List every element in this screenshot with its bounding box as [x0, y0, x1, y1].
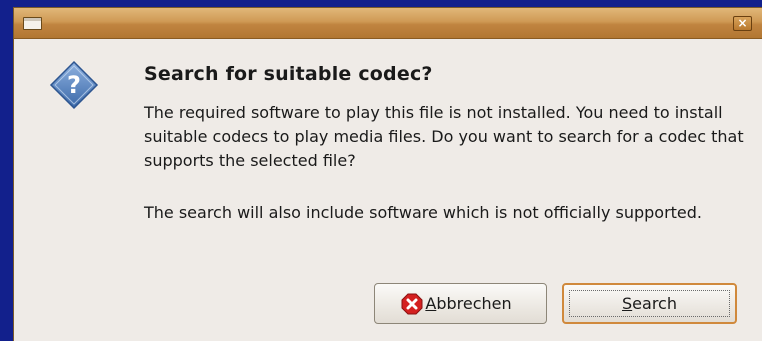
question-mark: ? [67, 71, 81, 99]
dialog-window: × ? Search for suitable codec? The requi… [13, 7, 762, 341]
cancel-button[interactable]: Abbrechen [374, 283, 547, 324]
dialog-message: The required software to play this file … [144, 103, 744, 170]
dialog-note: The search will also include software wh… [144, 203, 703, 222]
dialog-heading: Search for suitable codec? [144, 63, 433, 85]
cancel-icon [401, 293, 423, 314]
cancel-button-label: Abbrechen [425, 294, 512, 313]
question-icon: ? [49, 60, 99, 110]
title-bar[interactable]: × [14, 8, 762, 39]
search-button[interactable]: Search [562, 283, 737, 324]
window-menu-icon[interactable] [23, 17, 42, 30]
search-button-label: Search [622, 294, 677, 313]
close-icon[interactable]: × [733, 16, 752, 31]
